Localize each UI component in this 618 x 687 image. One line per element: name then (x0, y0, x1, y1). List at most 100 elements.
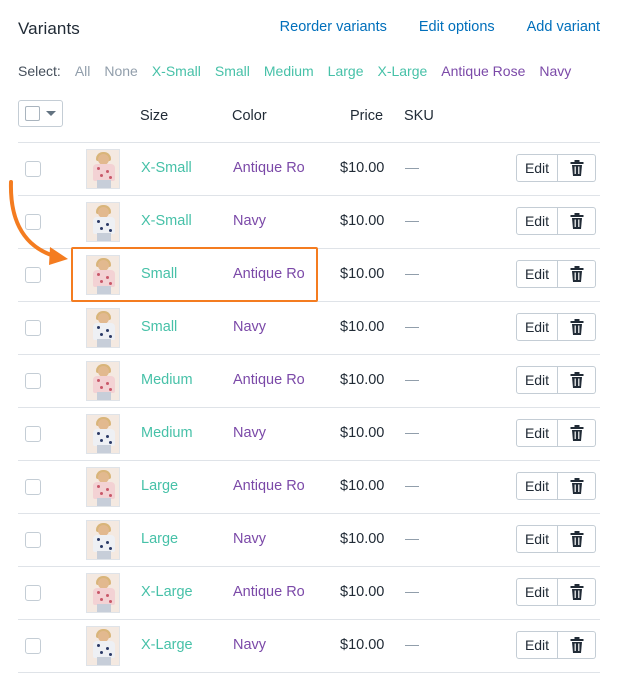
product-thumbnail[interactable] (86, 467, 120, 507)
edit-button[interactable]: Edit (516, 313, 558, 341)
thumbnail-print (106, 276, 109, 279)
thumbnail-print (109, 282, 112, 285)
variant-color[interactable]: Navy (233, 319, 309, 335)
select-navy-option[interactable]: Navy (539, 63, 571, 79)
variant-color[interactable]: Antique Ro (233, 372, 309, 388)
column-header-sku: SKU (404, 108, 434, 124)
variant-color[interactable]: Antique Ro (233, 478, 309, 494)
table-row: Small Antique Ro $10.00 Edit (18, 249, 600, 302)
variant-color[interactable]: Navy (233, 531, 309, 547)
variant-size[interactable]: X-Large (141, 637, 193, 653)
reorder-variants-link[interactable]: Reorder variants (280, 19, 387, 35)
variant-size[interactable]: X-Large (141, 584, 193, 600)
variant-size[interactable]: Small (141, 266, 177, 282)
edit-button[interactable]: Edit (516, 419, 558, 447)
delete-button[interactable] (558, 260, 596, 288)
thumbnail-print (97, 485, 100, 488)
variant-color[interactable]: Antique Ro (233, 584, 309, 600)
trash-icon (570, 531, 583, 547)
delete-button[interactable] (558, 313, 596, 341)
variant-size[interactable]: Medium (141, 372, 193, 388)
row-checkbox[interactable] (25, 214, 41, 230)
variant-size[interactable]: X-Small (141, 213, 192, 229)
product-thumbnail[interactable] (86, 414, 120, 454)
edit-button[interactable]: Edit (516, 631, 558, 659)
row-checkbox[interactable] (25, 638, 41, 654)
bulk-select-dropdown[interactable] (18, 100, 63, 127)
select-none-option[interactable]: None (104, 63, 137, 79)
edit-button[interactable]: Edit (516, 207, 558, 235)
variant-sku-empty (405, 592, 419, 593)
row-actions: Edit (516, 366, 596, 394)
variant-color[interactable]: Navy (233, 425, 309, 441)
edit-button[interactable]: Edit (516, 525, 558, 553)
product-thumbnail[interactable] (86, 626, 120, 666)
variant-sku-empty (405, 380, 419, 381)
edit-options-link[interactable]: Edit options (419, 19, 495, 35)
select-x-small-option[interactable]: X-Small (152, 63, 201, 79)
select-small-option[interactable]: Small (215, 63, 250, 79)
delete-button[interactable] (558, 207, 596, 235)
select-x-large-option[interactable]: X-Large (377, 63, 427, 79)
row-checkbox[interactable] (25, 585, 41, 601)
row-actions: Edit (516, 260, 596, 288)
thumbnail-legs (97, 657, 111, 665)
row-checkbox[interactable] (25, 373, 41, 389)
row-checkbox[interactable] (25, 320, 41, 336)
row-checkbox[interactable] (25, 161, 41, 177)
variant-color[interactable]: Navy (233, 213, 309, 229)
trash-icon (570, 319, 583, 335)
variant-color[interactable]: Antique Ro (233, 160, 309, 176)
row-checkbox[interactable] (25, 479, 41, 495)
table-row: Small Navy $10.00 Edit (18, 302, 600, 355)
add-variant-link[interactable]: Add variant (527, 19, 600, 35)
table-row: X-Large Navy $10.00 Edit (18, 620, 600, 673)
row-actions: Edit (516, 631, 596, 659)
variant-size[interactable]: Large (141, 478, 178, 494)
select-large-option[interactable]: Large (328, 63, 364, 79)
delete-button[interactable] (558, 578, 596, 606)
thumbnail-shirt (93, 641, 115, 658)
variant-size[interactable]: Large (141, 531, 178, 547)
delete-button[interactable] (558, 472, 596, 500)
variant-size[interactable]: Small (141, 319, 177, 335)
select-all-option[interactable]: All (75, 63, 91, 79)
delete-button[interactable] (558, 366, 596, 394)
select-medium-option[interactable]: Medium (264, 63, 314, 79)
variant-sku-empty (405, 221, 419, 222)
product-thumbnail[interactable] (86, 573, 120, 613)
delete-button[interactable] (558, 419, 596, 447)
edit-button[interactable]: Edit (516, 472, 558, 500)
thumbnail-print (109, 547, 112, 550)
row-checkbox[interactable] (25, 426, 41, 442)
product-thumbnail[interactable] (86, 308, 120, 348)
thumbnail-shirt (93, 588, 115, 605)
product-thumbnail[interactable] (86, 202, 120, 242)
thumbnail-print (106, 541, 109, 544)
table-row: X-Large Antique Ro $10.00 Edit (18, 567, 600, 620)
product-thumbnail[interactable] (86, 255, 120, 295)
variant-color[interactable]: Navy (233, 637, 309, 653)
variant-size[interactable]: X-Small (141, 160, 192, 176)
select-antique-rose-option[interactable]: Antique Rose (441, 63, 525, 79)
trash-icon (570, 266, 583, 282)
product-thumbnail[interactable] (86, 149, 120, 189)
edit-button[interactable]: Edit (516, 578, 558, 606)
thumbnail-print (109, 600, 112, 603)
delete-button[interactable] (558, 154, 596, 182)
row-checkbox[interactable] (25, 532, 41, 548)
bulk-select-checkbox[interactable] (25, 106, 40, 121)
row-checkbox[interactable] (25, 267, 41, 283)
variant-size[interactable]: Medium (141, 425, 193, 441)
edit-button[interactable]: Edit (516, 260, 558, 288)
delete-button[interactable] (558, 631, 596, 659)
product-thumbnail[interactable] (86, 520, 120, 560)
edit-button[interactable]: Edit (516, 366, 558, 394)
variant-price: $10.00 (340, 372, 385, 388)
variant-color[interactable]: Antique Ro (233, 266, 309, 282)
product-thumbnail[interactable] (86, 361, 120, 401)
thumbnail-print (100, 492, 103, 495)
delete-button[interactable] (558, 525, 596, 553)
table-row: X-Small Antique Ro $10.00 Edit (18, 143, 600, 196)
edit-button[interactable]: Edit (516, 154, 558, 182)
